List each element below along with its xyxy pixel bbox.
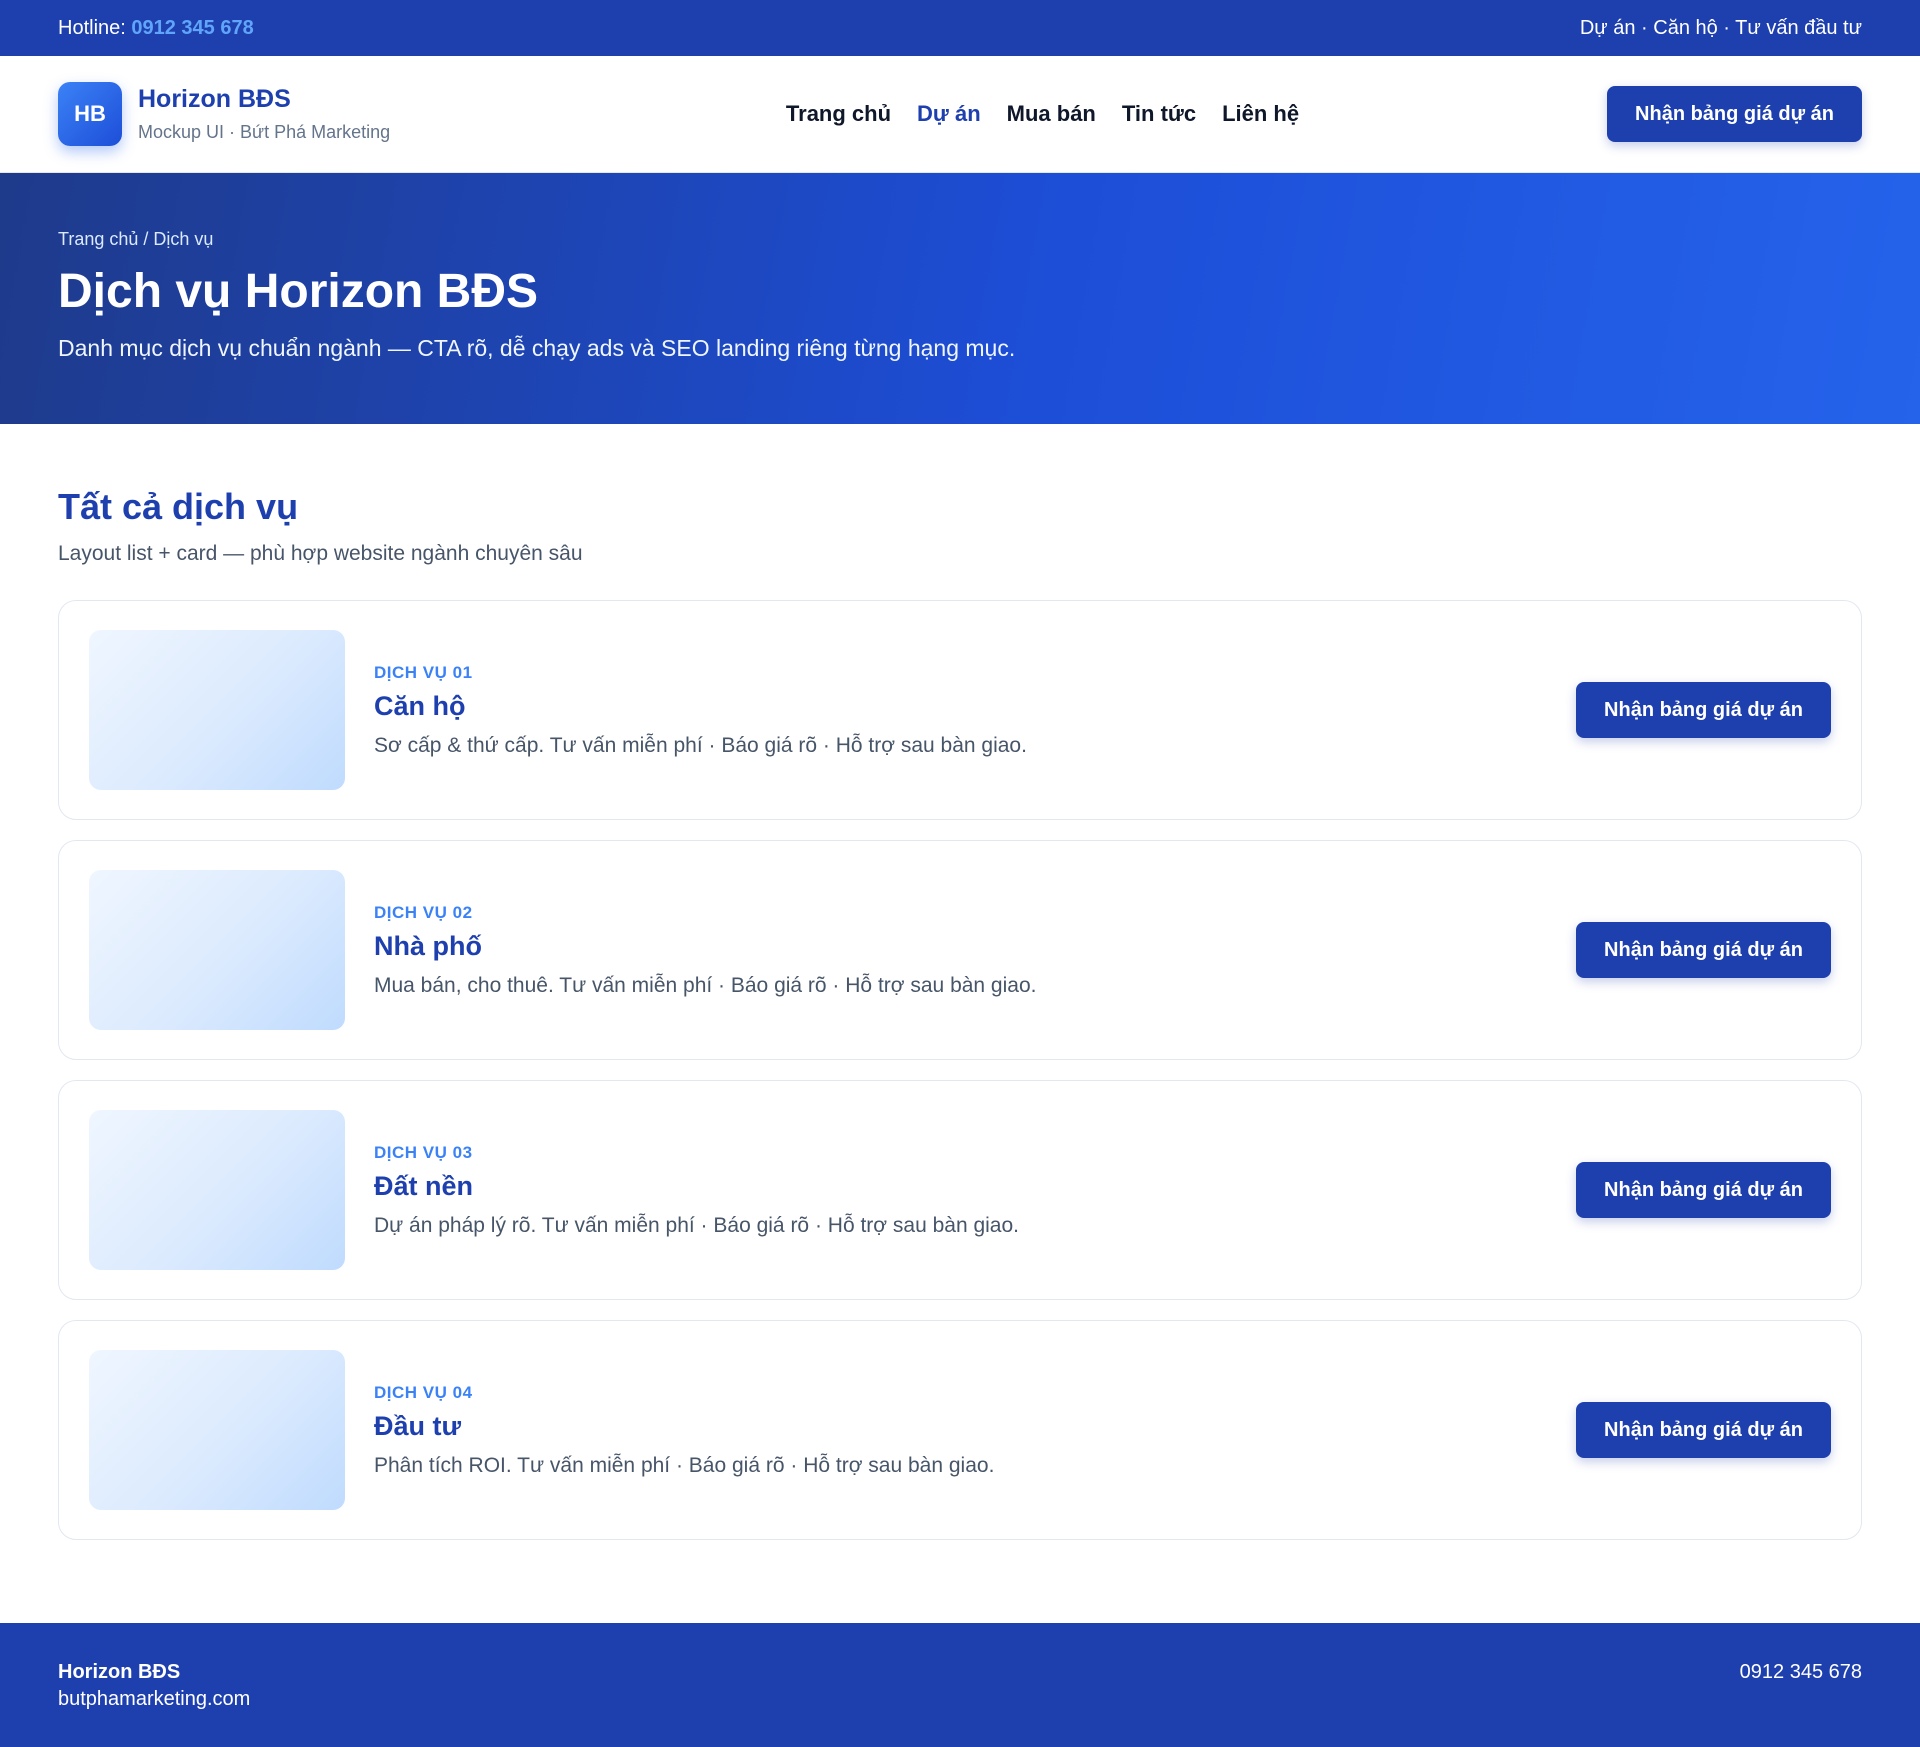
nav-item-projects[interactable]: Dự án: [917, 101, 981, 127]
service-thumbnail: [89, 870, 345, 1030]
breadcrumb[interactable]: Trang chủ / Dịch vụ: [58, 229, 1862, 250]
brand-tagline: Mockup UI · Bứt Phá Marketing: [138, 122, 391, 142]
hero-subtitle: Danh mục dịch vụ chuẩn ngành — CTA rõ, d…: [58, 335, 1016, 361]
footer-brand-block: Horizon BĐS butphamarketing.com: [58, 1661, 250, 1711]
brand-name: Horizon BĐS: [138, 85, 291, 113]
service-label: DỊCH VỤ 04: [374, 1382, 473, 1402]
header-cta-button[interactable]: Nhận bảng giá dự án: [1607, 86, 1862, 142]
footer-brand: Horizon BĐS: [58, 1661, 181, 1683]
service-list: DỊCH VỤ 01 Căn hộ Sơ cấp & thứ cấp. Tư v…: [58, 600, 1862, 1540]
hotline: Hotline: 0912 345 678: [58, 17, 254, 40]
topbar-links: Dự án · Căn hộ · Tư vấn đầu tư: [1579, 16, 1862, 39]
service-label: DỊCH VỤ 02: [374, 902, 473, 922]
site-header: HB Horizon BĐS Mockup UI · Bứt Phá Marke…: [0, 56, 1920, 173]
service-card: DỊCH VỤ 03 Đất nền Dự án pháp lý rõ. Tư …: [58, 1080, 1862, 1300]
service-card-body: DỊCH VỤ 03 Đất nền Dự án pháp lý rõ. Tư …: [374, 1143, 1556, 1238]
service-cta-button[interactable]: Nhận bảng giá dự án: [1576, 1162, 1831, 1218]
service-title[interactable]: Đầu tư: [374, 1411, 1556, 1442]
service-card: DỊCH VỤ 02 Nhà phố Mua bán, cho thuê. Tư…: [58, 840, 1862, 1060]
service-cta-button[interactable]: Nhận bảng giá dự án: [1576, 682, 1831, 738]
services-section: Tất cả dịch vụ Layout list + card — phù …: [0, 424, 1920, 1540]
service-label: DỊCH VỤ 03: [374, 1142, 473, 1162]
brand[interactable]: HB Horizon BĐS Mockup UI · Bứt Phá Marke…: [58, 82, 478, 146]
service-title[interactable]: Đất nền: [374, 1171, 1556, 1202]
footer-website[interactable]: butphamarketing.com: [58, 1688, 250, 1711]
site-footer: Horizon BĐS butphamarketing.com 0912 345…: [0, 1623, 1920, 1747]
hero-banner: Trang chủ / Dịch vụ Dịch vụ Horizon BĐS …: [0, 173, 1920, 424]
service-cta-button[interactable]: Nhận bảng giá dự án: [1576, 922, 1831, 978]
service-card: DỊCH VỤ 01 Căn hộ Sơ cấp & thứ cấp. Tư v…: [58, 600, 1862, 820]
service-description: Mua bán, cho thuê. Tư vấn miễn phí · Báo…: [374, 973, 1037, 997]
section-title: Tất cả dịch vụ: [58, 486, 299, 527]
service-card-body: DỊCH VỤ 04 Đầu tư Phân tích ROI. Tư vấn …: [374, 1383, 1556, 1478]
hotline-label: Hotline:: [58, 16, 132, 39]
service-card: DỊCH VỤ 04 Đầu tư Phân tích ROI. Tư vấn …: [58, 1320, 1862, 1540]
service-card-body: DỊCH VỤ 02 Nhà phố Mua bán, cho thuê. Tư…: [374, 903, 1556, 998]
service-description: Phân tích ROI. Tư vấn miễn phí · Báo giá…: [374, 1453, 995, 1477]
nav-item-news[interactable]: Tin tức: [1122, 101, 1196, 127]
nav-item-buy-sell[interactable]: Mua bán: [1007, 101, 1096, 127]
main-nav: Trang chủ Dự án Mua bán Tin tức Liên hệ: [786, 101, 1299, 127]
service-card-body: DỊCH VỤ 01 Căn hộ Sơ cấp & thứ cấp. Tư v…: [374, 663, 1556, 758]
service-thumbnail: [89, 1350, 345, 1510]
nav-item-home[interactable]: Trang chủ: [786, 101, 891, 127]
service-description: Dự án pháp lý rõ. Tư vấn miễn phí · Báo …: [374, 1213, 1019, 1237]
service-title[interactable]: Căn hộ: [374, 691, 1556, 722]
service-label: DỊCH VỤ 01: [374, 662, 473, 682]
footer-phone[interactable]: 0912 345 678: [1740, 1661, 1862, 1684]
service-thumbnail: [89, 630, 345, 790]
service-cta-button[interactable]: Nhận bảng giá dự án: [1576, 1402, 1831, 1458]
page-title: Dịch vụ Horizon BĐS: [58, 265, 539, 318]
top-bar: Hotline: 0912 345 678 Dự án · Căn hộ · T…: [0, 0, 1920, 56]
service-description: Sơ cấp & thứ cấp. Tư vấn miễn phí · Báo …: [374, 733, 1027, 757]
hotline-number[interactable]: 0912 345 678: [131, 17, 253, 39]
logo: HB: [58, 82, 122, 146]
service-title[interactable]: Nhà phố: [374, 931, 1556, 962]
service-thumbnail: [89, 1110, 345, 1270]
section-subtitle: Layout list + card — phù hợp website ngà…: [58, 542, 583, 565]
nav-item-contact[interactable]: Liên hệ: [1222, 101, 1299, 127]
